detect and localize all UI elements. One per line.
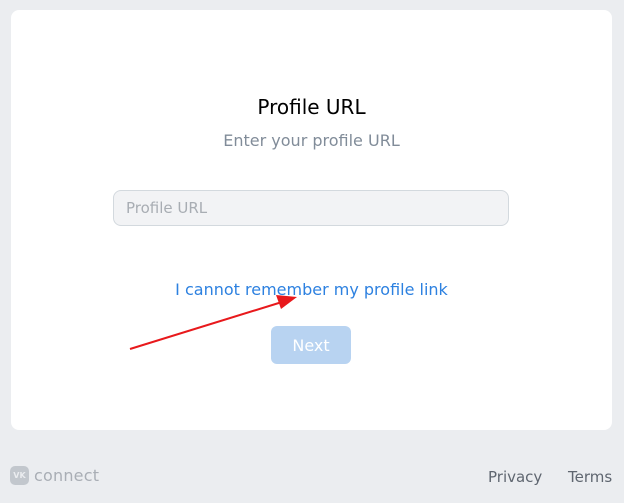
profile-url-input[interactable] bbox=[113, 190, 509, 226]
connect-label: connect bbox=[34, 466, 100, 485]
profile-url-card: Profile URL Enter your profile URL I can… bbox=[11, 10, 612, 430]
privacy-link[interactable]: Privacy bbox=[488, 468, 542, 486]
page-title: Profile URL bbox=[257, 95, 366, 119]
vk-logo-icon: VK bbox=[10, 466, 29, 485]
vk-connect-logo: VK connect bbox=[10, 466, 99, 485]
forgot-profile-link[interactable]: I cannot remember my profile link bbox=[11, 280, 612, 299]
terms-link[interactable]: Terms bbox=[568, 468, 612, 486]
next-button[interactable]: Next bbox=[271, 326, 351, 364]
page-subtitle: Enter your profile URL bbox=[223, 131, 400, 150]
